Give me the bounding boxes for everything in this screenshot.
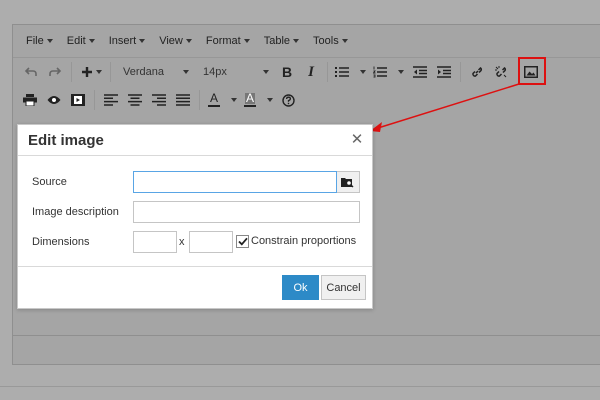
close-icon[interactable]: ✕ bbox=[350, 131, 364, 148]
height-input[interactable] bbox=[189, 231, 233, 253]
dialog-footer: Ok Cancel bbox=[18, 266, 372, 308]
description-label: Image description bbox=[32, 206, 119, 218]
dimensions-label: Dimensions bbox=[32, 236, 90, 248]
dialog-header: Edit image ✕ bbox=[18, 125, 372, 156]
width-input[interactable] bbox=[133, 231, 177, 253]
dialog-title: Edit image bbox=[28, 132, 104, 149]
constrain-proportions-checkbox[interactable] bbox=[236, 235, 249, 248]
edit-image-dialog: Edit image ✕ Source Image description Di… bbox=[17, 124, 373, 309]
cancel-button[interactable]: Cancel bbox=[321, 275, 366, 300]
ok-button[interactable]: Ok bbox=[282, 275, 319, 300]
browse-icon bbox=[341, 178, 354, 188]
source-input[interactable] bbox=[133, 171, 337, 193]
checkmark-icon bbox=[237, 237, 248, 246]
dimension-separator: x bbox=[179, 236, 185, 248]
constrain-proportions-label: Constrain proportions bbox=[251, 235, 357, 247]
image-description-input[interactable] bbox=[133, 201, 360, 223]
browse-button[interactable] bbox=[337, 171, 360, 193]
source-label: Source bbox=[32, 176, 67, 188]
